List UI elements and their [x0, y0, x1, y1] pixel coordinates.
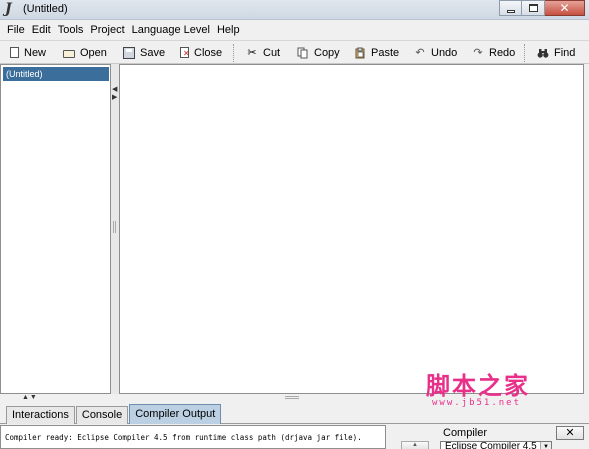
cut-label: Cut [263, 46, 281, 59]
undo-button[interactable]: ↶ Undo [414, 44, 457, 61]
paste-icon [354, 47, 366, 59]
close-file-icon [180, 47, 190, 58]
watermark: 脚本之家 www.jb51.net [426, 366, 556, 414]
horizontal-splitter-grip-icon[interactable] [285, 396, 299, 399]
document-item[interactable]: (Untitled) [3, 67, 109, 81]
chevron-down-icon[interactable]: ▼ [540, 442, 551, 449]
app-icon: J [5, 1, 12, 17]
menu-help[interactable]: Help [214, 24, 243, 36]
collapse-arrows-icon[interactable]: ▲▼ [22, 394, 38, 401]
window-title: (Untitled) [23, 3, 68, 15]
toolbar-separator [233, 44, 234, 62]
compiler-select-value: Eclipse Compiler 4.5 [445, 441, 537, 449]
copy-button[interactable]: Copy [297, 44, 340, 61]
output-scroll-area [386, 425, 400, 449]
new-label: New [24, 46, 47, 59]
save-button[interactable]: Save [123, 44, 165, 61]
menu-file[interactable]: File [4, 24, 28, 36]
close-label: Close [194, 46, 223, 59]
maximize-button[interactable] [522, 0, 545, 16]
open-label: Open [80, 46, 107, 59]
minimize-icon [506, 9, 515, 13]
redo-label: Redo [489, 46, 516, 59]
splitter-grip-icon[interactable] [113, 221, 116, 233]
menu-project[interactable]: Project [87, 24, 127, 36]
menu-tools[interactable]: Tools [55, 24, 87, 36]
find-button[interactable]: Find [537, 44, 575, 61]
compiler-select[interactable]: Eclipse Compiler 4.5 ▼ [440, 441, 552, 449]
undo-icon: ↶ [415, 46, 425, 59]
toolbar: New Open Save Close ✂ Cut Copy Paste ↶ U… [0, 40, 589, 64]
open-folder-icon [63, 49, 75, 58]
redo-button[interactable]: ↷ Redo [472, 44, 515, 61]
title-bar[interactable]: J (Untitled) ✕ [0, 0, 589, 20]
close-pane-icon: ✕ [565, 427, 575, 439]
tab-console[interactable]: Console [75, 406, 129, 424]
copy-icon [297, 47, 309, 59]
redo-icon: ↷ [473, 46, 483, 59]
open-button[interactable]: Open [63, 44, 107, 61]
compiler-status-text: Compiler ready: Eclipse Compiler 4.5 fro… [5, 433, 362, 442]
close-pane-button[interactable]: ✕ [556, 426, 584, 440]
copy-label: Copy [314, 46, 340, 59]
find-label: Find [554, 46, 576, 59]
undo-label: Undo [431, 46, 458, 59]
minimize-button[interactable] [499, 0, 522, 16]
editor-pane[interactable] [119, 64, 584, 394]
vertical-splitter[interactable]: ◀ ▶ [111, 64, 119, 394]
watermark-title: 脚本之家 [426, 372, 530, 400]
tab-interactions[interactable]: Interactions [6, 406, 75, 424]
cut-button[interactable]: ✂ Cut [246, 44, 280, 61]
paste-button[interactable]: Paste [354, 44, 399, 61]
compiler-label: Compiler [443, 427, 488, 439]
menu-bar: File Edit Tools Project Language Level H… [0, 21, 589, 39]
new-file-icon [10, 47, 19, 58]
maximize-icon [528, 4, 538, 12]
paste-label: Paste [371, 46, 400, 59]
close-window-button[interactable]: ✕ [545, 0, 585, 16]
splitter-arrows-icon[interactable]: ◀ ▶ [112, 86, 117, 102]
watermark-url: www.jb51.net [432, 398, 522, 408]
window-controls: ✕ [499, 0, 585, 16]
new-button[interactable]: New [10, 44, 46, 61]
compiler-output-pane[interactable]: Compiler ready: Eclipse Compiler 4.5 fro… [0, 425, 386, 449]
save-icon [123, 46, 135, 59]
bottom-tabs: Interactions Console Compiler Output [6, 404, 222, 424]
document-list[interactable]: (Untitled) [0, 64, 111, 394]
tab-compiler-output[interactable]: Compiler Output [129, 404, 222, 424]
save-label: Save [140, 46, 166, 59]
menu-edit[interactable]: Edit [29, 24, 54, 36]
close-icon: ✕ [559, 1, 570, 15]
close-file-button[interactable]: Close [180, 44, 222, 61]
compile-panel-button[interactable]: ▲ [401, 441, 429, 449]
scissors-icon: ✂ [247, 46, 257, 59]
toolbar-separator [524, 44, 525, 62]
binoculars-icon [537, 47, 549, 59]
menu-language-level[interactable]: Language Level [129, 24, 213, 36]
